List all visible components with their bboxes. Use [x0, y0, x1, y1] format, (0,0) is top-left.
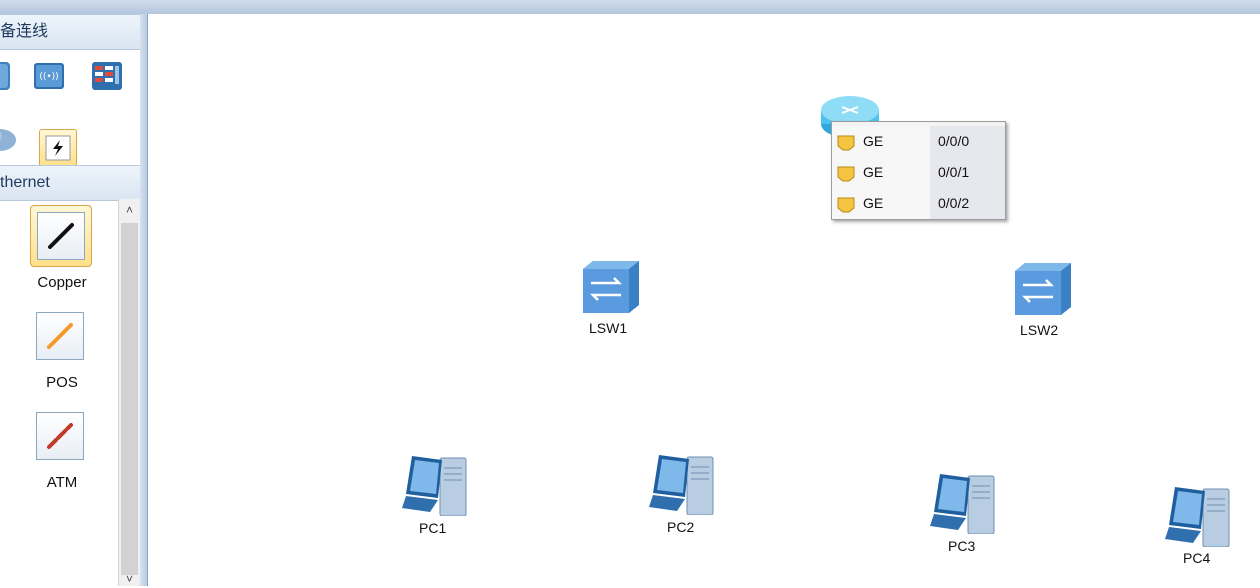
port-option[interactable]: GE 0/0/0	[832, 126, 1005, 157]
device-panel: 备连线 ((•)) thernet Copper POS ATM ˄ ˅	[0, 14, 141, 586]
copper-label: Copper	[37, 274, 87, 291]
pc-pc3[interactable]	[928, 470, 996, 535]
pc-icon	[402, 456, 467, 517]
title-bar	[0, 0, 1260, 15]
cable-section-header[interactable]: thernet	[0, 165, 140, 201]
pc-pc2[interactable]	[647, 451, 715, 516]
cloud-category-icon[interactable]	[0, 120, 18, 156]
device-label: LSW1	[589, 320, 628, 336]
router-category-icon[interactable]	[0, 58, 14, 94]
port-select-menu: GE 0/0/0 GE 0/0/1 GE 0/0/2	[831, 121, 1006, 220]
device-label: PC1	[419, 520, 447, 536]
scroll-down-icon[interactable]: ˅	[119, 570, 140, 588]
pc-icon	[649, 455, 714, 516]
switch-lsw1[interactable]	[581, 259, 641, 315]
port-type: GE	[863, 164, 884, 180]
connection-category-icon[interactable]	[39, 129, 77, 167]
pc-icon	[930, 474, 995, 535]
device-section-header[interactable]: 备连线	[0, 14, 140, 50]
port-option[interactable]: GE 0/0/2	[832, 188, 1005, 219]
ethernet-port-icon	[837, 197, 855, 213]
pc-pc4[interactable]	[1163, 483, 1231, 548]
pos-label: POS	[46, 374, 78, 391]
port-option[interactable]: GE 0/0/1	[832, 157, 1005, 188]
device-label: PC3	[948, 538, 976, 554]
port-type: GE	[863, 133, 884, 149]
cable-section-title: thernet	[0, 174, 50, 191]
pc-pc1[interactable]	[400, 452, 468, 517]
scroll-up-icon[interactable]: ˄	[119, 201, 140, 219]
switch-lsw2[interactable]	[1013, 261, 1073, 317]
device-label: PC4	[1183, 550, 1211, 566]
atm-cable-button[interactable]	[30, 406, 92, 468]
switch-icon	[1015, 263, 1071, 315]
device-label: PC2	[667, 519, 695, 535]
firewall-category-icon[interactable]	[89, 58, 125, 94]
pos-cable-button[interactable]	[30, 306, 92, 368]
ethernet-port-icon	[837, 166, 855, 182]
wireless-category-icon[interactable]: ((•))	[31, 58, 67, 94]
port-number: 0/0/0	[938, 133, 970, 149]
port-type: GE	[863, 195, 884, 211]
device-section-title: 备连线	[0, 23, 49, 40]
device-label: LSW2	[1020, 322, 1059, 338]
panel-splitter[interactable]	[140, 14, 148, 586]
copper-cable-icon	[37, 212, 85, 260]
ethernet-port-icon	[837, 135, 855, 151]
cable-scrollbar[interactable]: ˄ ˅	[118, 199, 140, 586]
copper-cable-button[interactable]	[30, 205, 92, 267]
scroll-thumb[interactable]	[121, 223, 138, 575]
atm-cable-icon	[36, 412, 84, 460]
port-number: 0/0/2	[938, 195, 970, 211]
pc-icon	[1165, 487, 1230, 548]
port-number: 0/0/1	[938, 164, 970, 180]
switch-icon	[583, 261, 639, 313]
svg-text:((•)): ((•))	[39, 72, 58, 82]
pos-cable-icon	[36, 312, 84, 360]
atm-label: ATM	[46, 474, 78, 491]
